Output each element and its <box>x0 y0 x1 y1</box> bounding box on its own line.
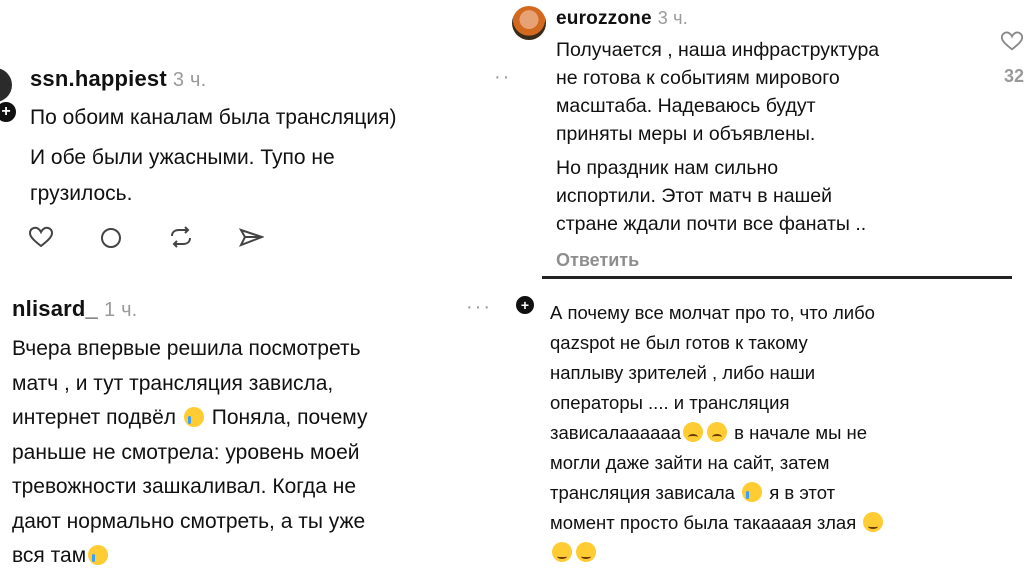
comment-line: приняты меры и объявлены. <box>556 123 816 145</box>
username-text[interactable]: eurozzone <box>556 8 652 29</box>
username-text[interactable]: nlisard_ <box>12 296 98 321</box>
comment-body: Вчера впервые решила посмотреть матч , и… <box>12 332 507 574</box>
heart-icon[interactable] <box>28 226 54 248</box>
comment-line: наплыву зрителей , либо наши <box>550 362 816 383</box>
comment-line: стране ждали почти все фанаты .. <box>556 213 867 235</box>
comment-line: испортили. Этот матч в нашей <box>556 185 832 207</box>
comment-line: А почему все молчат про то, что либо <box>550 302 875 323</box>
comment-ssn-happiest: + ssn.happiest 3 ч. ·· По обоим каналам б… <box>0 0 512 276</box>
text-segment: зависалаааааа <box>550 422 681 443</box>
timestamp: 3 ч. <box>657 8 688 28</box>
comment-line: операторы .... и трансляция <box>550 392 790 413</box>
crying-face-icon <box>742 482 763 502</box>
comment-line: могли даже зайти на сайт, затем <box>550 452 830 473</box>
comment-body: Получается , наша инфраструктура не гото… <box>556 36 879 238</box>
comment-line: qazspot не был готов к такому <box>550 332 808 353</box>
username[interactable]: nlisard_ 1 ч. <box>12 296 137 322</box>
avatar[interactable] <box>0 68 12 102</box>
cropped-header-line <box>542 276 1012 279</box>
comment-body: А почему все молчат про то, что либо qaz… <box>550 298 1020 568</box>
comment-nlisard: nlisard_ 1 ч. ··· Вчера впервые решила по… <box>0 276 512 574</box>
comment-line: тревожности зашкаливал. Когда не <box>12 475 357 498</box>
comment-body: По обоим каналам была трансляция) И обе … <box>30 100 510 212</box>
like-heart-icon[interactable] <box>1000 30 1024 58</box>
text-segment: трансляция зависала <box>550 482 735 503</box>
follow-plus-icon[interactable]: + <box>0 100 18 124</box>
comment-line: матч , и тут трансляция зависла, <box>12 371 334 395</box>
comment-line: интернет подвёл Поняла, почему <box>12 401 507 436</box>
comment-line: масштаба. Надеваюсь будут <box>556 95 816 117</box>
comment-line: грузилось. <box>30 182 133 205</box>
frowning-face-icon <box>707 422 727 442</box>
comment-line: дают нормально смотреть, а ты уже <box>12 509 366 533</box>
timestamp: 3 ч. <box>172 69 207 91</box>
comment-line: вся там <box>12 539 507 574</box>
comment-line: не готова к событиям мирового <box>556 67 840 89</box>
comment-line: По обоим каналам была трансляция) <box>30 106 397 129</box>
smirking-face-icon <box>863 512 884 532</box>
text-segment: интернет подвёл <box>12 406 177 429</box>
follow-plus-icon[interactable]: + <box>514 294 536 316</box>
username-text[interactable]: ssn.happiest <box>30 66 167 91</box>
comment-line <box>550 538 1020 568</box>
smirking-face-icon <box>576 542 596 562</box>
reply-button[interactable]: Ответить <box>556 250 639 271</box>
action-bar <box>28 226 265 248</box>
text-segment: в начале мы не <box>734 422 868 443</box>
comment-line: Но праздник нам сильно <box>556 157 779 179</box>
crying-cat-face-icon <box>88 545 109 565</box>
text-segment: момент просто была такаааая злая <box>550 512 857 533</box>
text-segment: я в этот <box>769 482 836 503</box>
username[interactable]: eurozzone 3 ч. <box>556 8 688 30</box>
comment-line: раньше не смотрела: уровень моей <box>12 440 360 464</box>
comment-line: зависалаааааа в начале мы не <box>550 418 1020 448</box>
comment-line: момент просто была такаааая злая <box>550 508 1020 538</box>
username[interactable]: ssn.happiest 3 ч. <box>30 66 206 92</box>
more-options-icon[interactable]: ·· <box>494 66 511 89</box>
frowning-face-icon <box>683 422 703 442</box>
comment-anonymous: + А почему все молчат про то, что либо q… <box>512 276 1024 574</box>
smirking-face-icon <box>552 542 572 562</box>
comment-line: трансляция зависала я в этот <box>550 478 1020 508</box>
avatar[interactable] <box>512 6 546 40</box>
comment-line: Получается , наша инфраструктура <box>556 39 880 61</box>
timestamp: 1 ч. <box>103 299 138 321</box>
repost-icon[interactable] <box>168 226 194 248</box>
text-segment: вся там <box>12 544 87 567</box>
comment-line: И обе были ужасными. Тупо не <box>30 146 335 169</box>
more-options-icon[interactable]: ··· <box>466 296 492 319</box>
share-icon[interactable] <box>238 226 265 248</box>
comment-eurozzone: eurozzone 3 ч. 32 Получается , наша инфра… <box>512 0 1024 276</box>
crying-face-icon <box>183 407 204 427</box>
like-count: 32 <box>1003 66 1024 86</box>
comment-line: Вчера впервые решила посмотреть <box>12 337 361 360</box>
text-segment: Поняла, почему <box>211 406 368 429</box>
comment-icon[interactable] <box>98 226 124 248</box>
